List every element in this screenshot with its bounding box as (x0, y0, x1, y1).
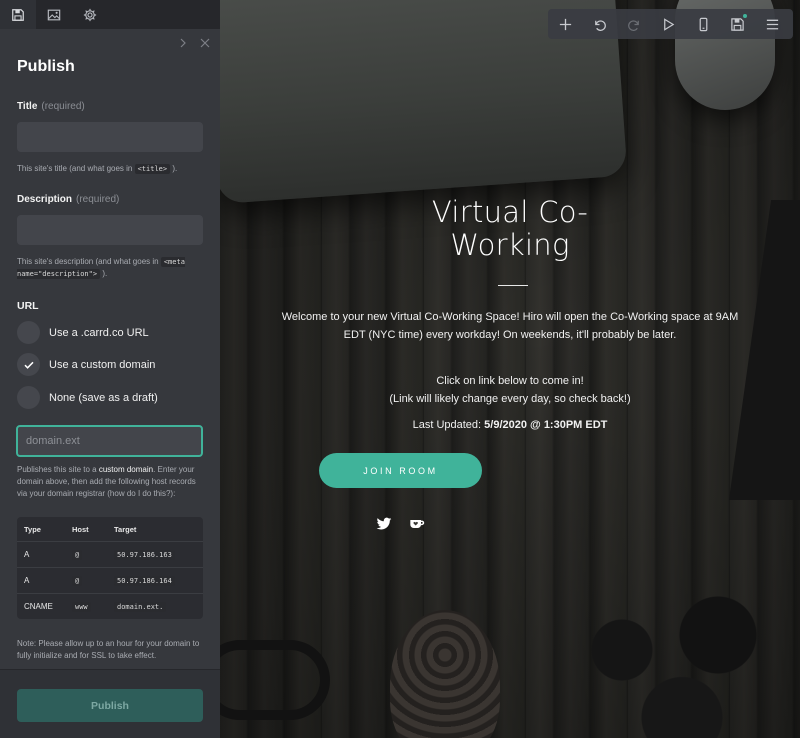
url-option-custom-domain[interactable]: Use a custom domain (17, 353, 155, 376)
header-target: Target (114, 524, 137, 534)
mobile-view-button[interactable] (686, 9, 721, 39)
table-row: CNAME www domain.ext. (17, 593, 203, 619)
description-required-text: (required) (76, 194, 120, 205)
record-type: A (24, 576, 30, 585)
gear-icon (83, 8, 97, 21)
last-updated: Last Updated: 5/9/2020 @ 1:30PM EDT (275, 416, 745, 434)
table-row: A @ 50.97.186.164 (17, 567, 203, 593)
title-hint-end: ). (172, 164, 178, 173)
last-updated-value: 5/9/2020 @ 1:30PM EDT (484, 419, 608, 431)
radio-none[interactable] (17, 386, 40, 409)
save-button[interactable] (721, 9, 756, 39)
hero-title-line-1: Virtual Co- (431, 195, 589, 229)
title-field[interactable] (17, 122, 203, 152)
publish-button[interactable]: Publish (17, 689, 203, 722)
panel-header-controls (178, 38, 210, 48)
domain-hint-emphasis: custom domain (98, 465, 154, 474)
description-field[interactable] (17, 215, 203, 245)
image-icon (47, 9, 61, 20)
redo-icon (627, 19, 639, 31)
save-icon (12, 8, 24, 21)
publish-panel: Publish Title (required) This site's titl… (0, 0, 220, 738)
description-label-text: Description (17, 194, 73, 205)
description-label: Description (required) (17, 194, 119, 205)
publish-form: Publish Title (required) This site's titl… (0, 29, 220, 669)
domain-hint-text: Publishes this site to a (17, 465, 97, 474)
panel-title: Publish (17, 58, 75, 75)
undo-icon (595, 19, 607, 31)
record-target: domain.ext. (114, 602, 167, 612)
url-option-none-label: None (save as a draft) (49, 391, 158, 404)
title-hint: This site's title (and what goes in <tit… (17, 163, 207, 175)
title-hint-text: This site's title (and what goes in (17, 164, 133, 173)
url-option-carrd[interactable]: Use a .carrd.co URL (17, 321, 149, 344)
tab-publish[interactable] (0, 0, 36, 29)
menu-button[interactable] (755, 9, 790, 39)
hero-instruction-line-2: (Link will likely change every day, so c… (389, 393, 631, 405)
title-tag-code: <title> (134, 164, 171, 174)
undo-button[interactable] (583, 9, 618, 39)
hero-instruction-line-1: Click on link below to come in! (436, 375, 584, 387)
record-host: @ (72, 550, 83, 560)
background-objects (550, 590, 790, 738)
last-updated-label: Last Updated: (412, 419, 482, 431)
domain-hint: Publishes this site to a custom domain. … (17, 464, 207, 500)
close-icon[interactable] (200, 38, 210, 48)
radio-custom-domain[interactable] (17, 353, 40, 376)
header-host: Host (72, 524, 89, 534)
twitter-icon[interactable] (376, 516, 392, 532)
record-target: 50.97.186.164 (114, 576, 175, 586)
url-option-none[interactable]: None (save as a draft) (17, 386, 158, 409)
pinecone-image (390, 610, 500, 738)
table-header: Type Host Target (17, 517, 203, 541)
title-required-text: (required) (41, 101, 85, 112)
panel-tabs (0, 0, 220, 29)
description-hint: This site's description (and what goes i… (17, 256, 207, 280)
record-target: 50.97.186.163 (114, 550, 175, 560)
title-label-text: Title (17, 101, 38, 112)
mobile-icon (699, 17, 708, 31)
record-type: CNAME (24, 602, 53, 611)
hero-title-line-2: Working (450, 228, 570, 262)
radio-carrd[interactable] (17, 321, 40, 344)
add-button[interactable] (548, 9, 583, 39)
hero-welcome-text: Welcome to your new Virtual Co-Working S… (281, 311, 739, 341)
panel-footer: Publish (0, 669, 220, 738)
host-records-table: Type Host Target A @ 50.97.186.163 A @ 5… (17, 517, 203, 619)
background-object (728, 200, 800, 500)
preview-button[interactable] (652, 9, 687, 39)
play-icon (664, 17, 675, 31)
save-icon (731, 17, 744, 31)
record-host: www (72, 602, 91, 612)
unsaved-indicator (743, 14, 747, 18)
hero-title: Virtual Co- Working (310, 196, 710, 262)
site-preview: Virtual Co- Working Welcome to your new … (220, 0, 800, 738)
chevron-right-icon[interactable] (178, 38, 188, 48)
menu-icon (766, 19, 778, 29)
title-label: Title (required) (17, 101, 85, 112)
add-icon (559, 18, 571, 30)
glasses-image (220, 640, 330, 720)
checkmark-icon (23, 361, 34, 369)
hero-instructions: Click on link below to come in! (Link wi… (275, 372, 745, 408)
tab-images[interactable] (36, 0, 72, 29)
hero-divider (498, 285, 528, 286)
header-type: Type (24, 524, 41, 534)
join-room-button[interactable]: JOIN ROOM (319, 453, 482, 488)
editor-toolbar (548, 9, 793, 39)
record-type: A (24, 550, 30, 559)
redo-button[interactable] (617, 9, 652, 39)
url-option-carrd-label: Use a .carrd.co URL (49, 326, 149, 339)
record-host: @ (72, 576, 83, 586)
description-hint-end: ). (102, 269, 108, 278)
kofi-icon[interactable] (409, 516, 425, 532)
tab-settings[interactable] (72, 0, 108, 29)
domain-input[interactable] (16, 425, 203, 457)
table-row: A @ 50.97.186.163 (17, 541, 203, 567)
description-hint-text: This site's description (and what goes i… (17, 257, 159, 266)
url-label: URL (17, 300, 39, 312)
ssl-note: Note: Please allow up to an hour for you… (17, 639, 200, 660)
url-option-custom-domain-label: Use a custom domain (49, 358, 156, 371)
